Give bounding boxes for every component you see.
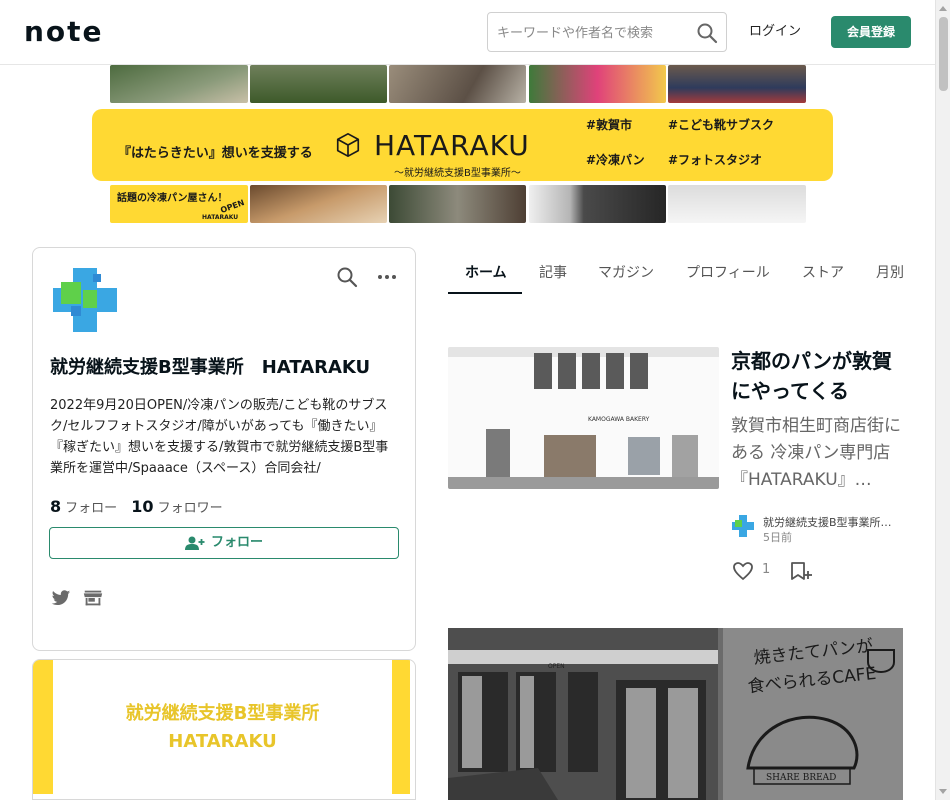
tab-monthly[interactable]: 月別 [876,262,904,282]
article-title[interactable]: 京都のパンが敦賀にやってくる [731,346,911,406]
banner-photo [389,185,526,223]
creator-name[interactable]: 就労継続支援B型事業所 HATARAKU [50,353,400,379]
magazine-cover-text: 就労継続支援B型事業所 HATARAKU [53,700,392,756]
article-image-sign: KAMOGAWA BAKERY [588,416,650,423]
banner-photo [668,65,806,103]
article-excerpt: 敦賀市相生町商店街にある 冷凍パン専門店『HATARAKU』… [731,416,901,490]
svg-text:note: note [24,19,104,45]
magazine-cover-line: HATARAKU [168,731,277,752]
magazine-cover-line: 就労継続支援B型事業所 [125,703,320,724]
profile-tabs: ホーム 記事 マガジン プロフィール ストア 月別 [448,250,908,295]
store-icon[interactable] [82,587,104,609]
article-image-open-sign: OPEN [548,663,565,670]
add-to-magazine-icon[interactable] [789,559,813,583]
search-box[interactable] [487,12,727,52]
search-icon[interactable] [696,22,718,44]
header-banner-image: 『はたらきたい』想いを支援する HATARAKU ～就労継続支援B型事業所～ #… [90,65,835,223]
article-date: 5日前 [763,531,792,544]
search-icon[interactable] [335,265,359,289]
banner-photo [250,185,387,223]
scrollbar-thumb[interactable] [939,17,948,91]
scrollbar[interactable] [935,0,950,800]
banner-tag: #敦賀市 [586,118,633,132]
banner-photo [529,185,666,223]
banner-photo [110,65,248,103]
tab-store[interactable]: ストア [802,262,844,282]
tab-profile[interactable]: プロフィール [686,262,770,282]
banner-photo [250,65,387,103]
banner-promo-text: 話題の冷凍パン屋さん！ [117,193,228,204]
following-count[interactable]: 8 [50,497,61,516]
article-creator-name[interactable]: 就労継続支援B型事業所… [763,514,905,530]
creator-avatar[interactable] [732,515,754,537]
banner-photo [529,65,666,103]
heart-icon[interactable] [731,559,755,583]
magazine-yellow-stripe [33,660,53,794]
article-thumbnail[interactable]: OPEN 焼きたてパンが 食べられるCAFE SHARE BREAD [448,628,903,800]
article-image-sign: SHARE BREAD [766,773,836,783]
search-input[interactable] [497,22,687,44]
scroll-down-arrow-icon[interactable] [939,789,947,794]
banner-photo [668,185,806,223]
scroll-up-arrow-icon[interactable] [939,6,947,11]
follow-button[interactable]: フォロー [49,527,399,559]
add-user-icon [184,536,205,550]
creator-avatar[interactable] [53,268,117,332]
following-label[interactable]: フォロー [65,501,117,516]
creator-description: 2022年9月20日OPEN/冷凍パンの販売/こども靴のサブスク/セルフフォトス… [50,398,389,476]
follow-counts: 8 フォロー 10 フォロワー [50,497,223,516]
article-thumbnail[interactable]: KAMOGAWA BAKERY [448,347,719,489]
tab-articles[interactable]: 記事 [539,262,567,282]
signup-button[interactable]: 会員登録 [831,16,911,48]
banner-tag: #フォトスタジオ [668,153,763,167]
magazine-yellow-stripe [392,660,410,794]
like-count: 1 [762,562,771,577]
followers-count[interactable]: 10 [131,497,153,516]
note-logo[interactable]: note [24,19,124,45]
banner-tag: #こども靴サブスク [668,118,775,132]
banner-tag: #冷凍パン [586,153,645,167]
banner-photo [389,65,526,103]
banner-brand: HATARAKU [374,129,530,162]
twitter-icon[interactable] [50,587,72,609]
banner-subtitle: ～就労継続支援B型事業所～ [394,168,521,179]
creator-profile-card: 就労継続支援B型事業所 HATARAKU 2022年9月20日OPEN/冷凍パン… [32,247,416,651]
follow-button-label: フォロー [210,535,263,550]
more-options-icon[interactable] [375,265,399,289]
tab-magazines[interactable]: マガジン [598,262,654,282]
banner-headline: 『はたらきたい』想いを支援する [118,146,313,161]
cube-logo-icon [336,132,360,158]
followers-label[interactable]: フォロワー [158,501,223,516]
active-tab-indicator [448,292,522,294]
login-button[interactable]: ログイン [740,16,810,48]
tab-home[interactable]: ホーム [465,262,507,282]
site-header: note ログイン 会員登録 [0,0,935,65]
magazine-card[interactable]: 就労継続支援B型事業所 HATARAKU [32,659,416,800]
banner-promo-brand: HATARAKU [202,214,239,221]
